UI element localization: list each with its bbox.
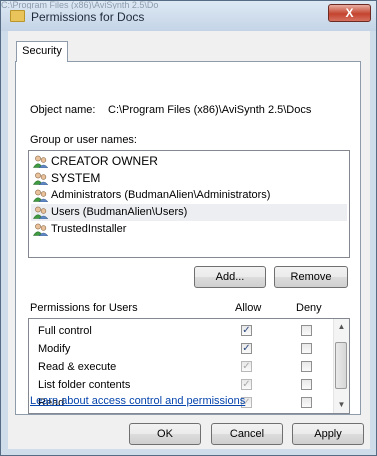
group-icon: [33, 206, 48, 219]
help-link[interactable]: Learn about access control and permissio…: [30, 395, 245, 407]
scroll-down-arrow-icon[interactable]: ▼: [334, 398, 349, 412]
allow-checkbox-disabled: ✓: [241, 379, 252, 390]
cancel-button[interactable]: Cancel: [211, 423, 283, 445]
deny-checkbox[interactable]: [301, 361, 312, 372]
permission-label: List folder contents: [38, 379, 131, 391]
permission-row: Full control ✓: [38, 322, 328, 340]
window-title: Permissions for Docs: [31, 10, 145, 24]
allow-checkbox[interactable]: ✓: [241, 343, 252, 354]
scroll-thumb[interactable]: [335, 342, 347, 389]
dialog-window: C:\Program Files (x86)\AviSynth 2.5\Do P…: [0, 0, 377, 456]
list-item-label: TrustedInstaller: [51, 223, 127, 235]
deny-checkbox[interactable]: [301, 325, 312, 336]
list-item-label: Users (BudmanAlien\Users): [51, 206, 188, 218]
deny-checkbox[interactable]: [301, 343, 312, 354]
permission-label: Read & execute: [38, 361, 117, 373]
permission-row: Modify ✓: [38, 340, 328, 358]
allow-checkbox[interactable]: ✓: [241, 325, 252, 336]
list-item-label: CREATOR OWNER: [51, 154, 158, 168]
close-button[interactable]: X: [328, 4, 371, 22]
group-icon: [33, 172, 48, 185]
folder-icon: [10, 10, 25, 22]
security-tab-panel: Object name: C:\Program Files (x86)\AviS…: [15, 61, 361, 415]
group-user-list[interactable]: CREATOR OWNER SYSTEM Administrators (Bud…: [28, 150, 350, 258]
allow-checkbox-disabled: ✓: [241, 361, 252, 372]
group-icon: [33, 189, 48, 202]
list-item[interactable]: CREATOR OWNER: [31, 153, 347, 170]
list-item[interactable]: Administrators (BudmanAlien\Administrato…: [31, 187, 347, 204]
title-bar[interactable]: C:\Program Files (x86)\AviSynth 2.5\Do P…: [1, 1, 376, 31]
object-name-label: Object name:: [30, 104, 96, 116]
list-item-selected[interactable]: Users (BudmanAlien\Users): [31, 204, 347, 221]
background-window-title: C:\Program Files (x86)\AviSynth 2.5\Do: [1, 1, 159, 9]
group-names-label: Group or user names:: [30, 134, 137, 146]
deny-checkbox[interactable]: [301, 397, 312, 408]
deny-column-header: Deny: [296, 302, 322, 314]
allow-column-header: Allow: [235, 302, 262, 314]
remove-button[interactable]: Remove: [274, 266, 348, 288]
ok-button[interactable]: OK: [129, 423, 201, 445]
object-name-value: C:\Program Files (x86)\AviSynth 2.5\Docs: [108, 104, 312, 116]
permissions-label: Permissions for Users: [30, 302, 138, 314]
permission-row: List folder contents ✓: [38, 376, 328, 394]
list-item-label: Administrators (BudmanAlien\Administrato…: [51, 189, 271, 201]
list-item-label: SYSTEM: [51, 171, 101, 185]
tab-security[interactable]: Security: [16, 41, 68, 62]
dialog-body: Security Object name: C:\Program Files (…: [8, 31, 370, 449]
add-button[interactable]: Add...: [194, 266, 266, 288]
deny-checkbox[interactable]: [301, 379, 312, 390]
scroll-up-arrow-icon[interactable]: ▲: [334, 320, 349, 334]
permissions-scrollbar[interactable]: ▲ ▼: [333, 319, 349, 413]
group-icon: [33, 155, 48, 168]
group-icon: [33, 223, 48, 236]
permission-label: Modify: [38, 343, 71, 355]
apply-button[interactable]: Apply: [292, 423, 364, 445]
permission-label: Full control: [38, 325, 92, 337]
list-item[interactable]: SYSTEM: [31, 170, 347, 187]
list-item[interactable]: TrustedInstaller: [31, 221, 347, 238]
permission-row: Read & execute ✓: [38, 358, 328, 376]
